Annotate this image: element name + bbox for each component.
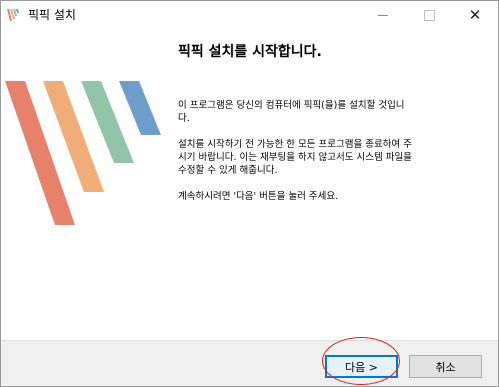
maximize-button[interactable] bbox=[406, 1, 452, 30]
close-button[interactable]: ✕ bbox=[452, 1, 498, 30]
close-icon: ✕ bbox=[468, 6, 482, 24]
page-heading: 픽픽 설치를 시작합니다. bbox=[178, 44, 322, 60]
minimize-button[interactable] bbox=[360, 1, 406, 30]
next-button[interactable]: 다음 > bbox=[325, 355, 398, 378]
button-bar: 다음 > 취소 bbox=[1, 340, 498, 386]
maximize-icon bbox=[423, 10, 435, 21]
content-area: 픽픽 설치를 시작합니다. 이 프로그램은 당신의 컴퓨터에 픽픽(을)를 설치… bbox=[1, 30, 498, 340]
continue-instruction: 계속하시려면 '다음' 버튼을 눌러 주세요. bbox=[178, 191, 339, 202]
close-programs-paragraph: 설치를 시작하기 전 가능한 한 모든 프로그램을 종료하여 주 시기 바랍니다… bbox=[178, 139, 412, 176]
picpick-logo-graphic bbox=[5, 81, 161, 225]
minimize-icon bbox=[378, 15, 388, 16]
app-logo-icon bbox=[7, 9, 19, 21]
cancel-button[interactable]: 취소 bbox=[409, 355, 482, 378]
title-bar: 픽픽 설치 ✕ bbox=[1, 1, 498, 30]
intro-paragraph: 이 프로그램은 당신의 컴퓨터에 픽픽(을)를 설치할 것입니 다. bbox=[178, 100, 405, 124]
window-title: 픽픽 설치 bbox=[28, 8, 76, 22]
installer-window: 픽픽 설치 ✕ 픽픽 설치를 시작합니다. 이 프로그램은 당신의 컴퓨터에 픽… bbox=[0, 0, 499, 387]
